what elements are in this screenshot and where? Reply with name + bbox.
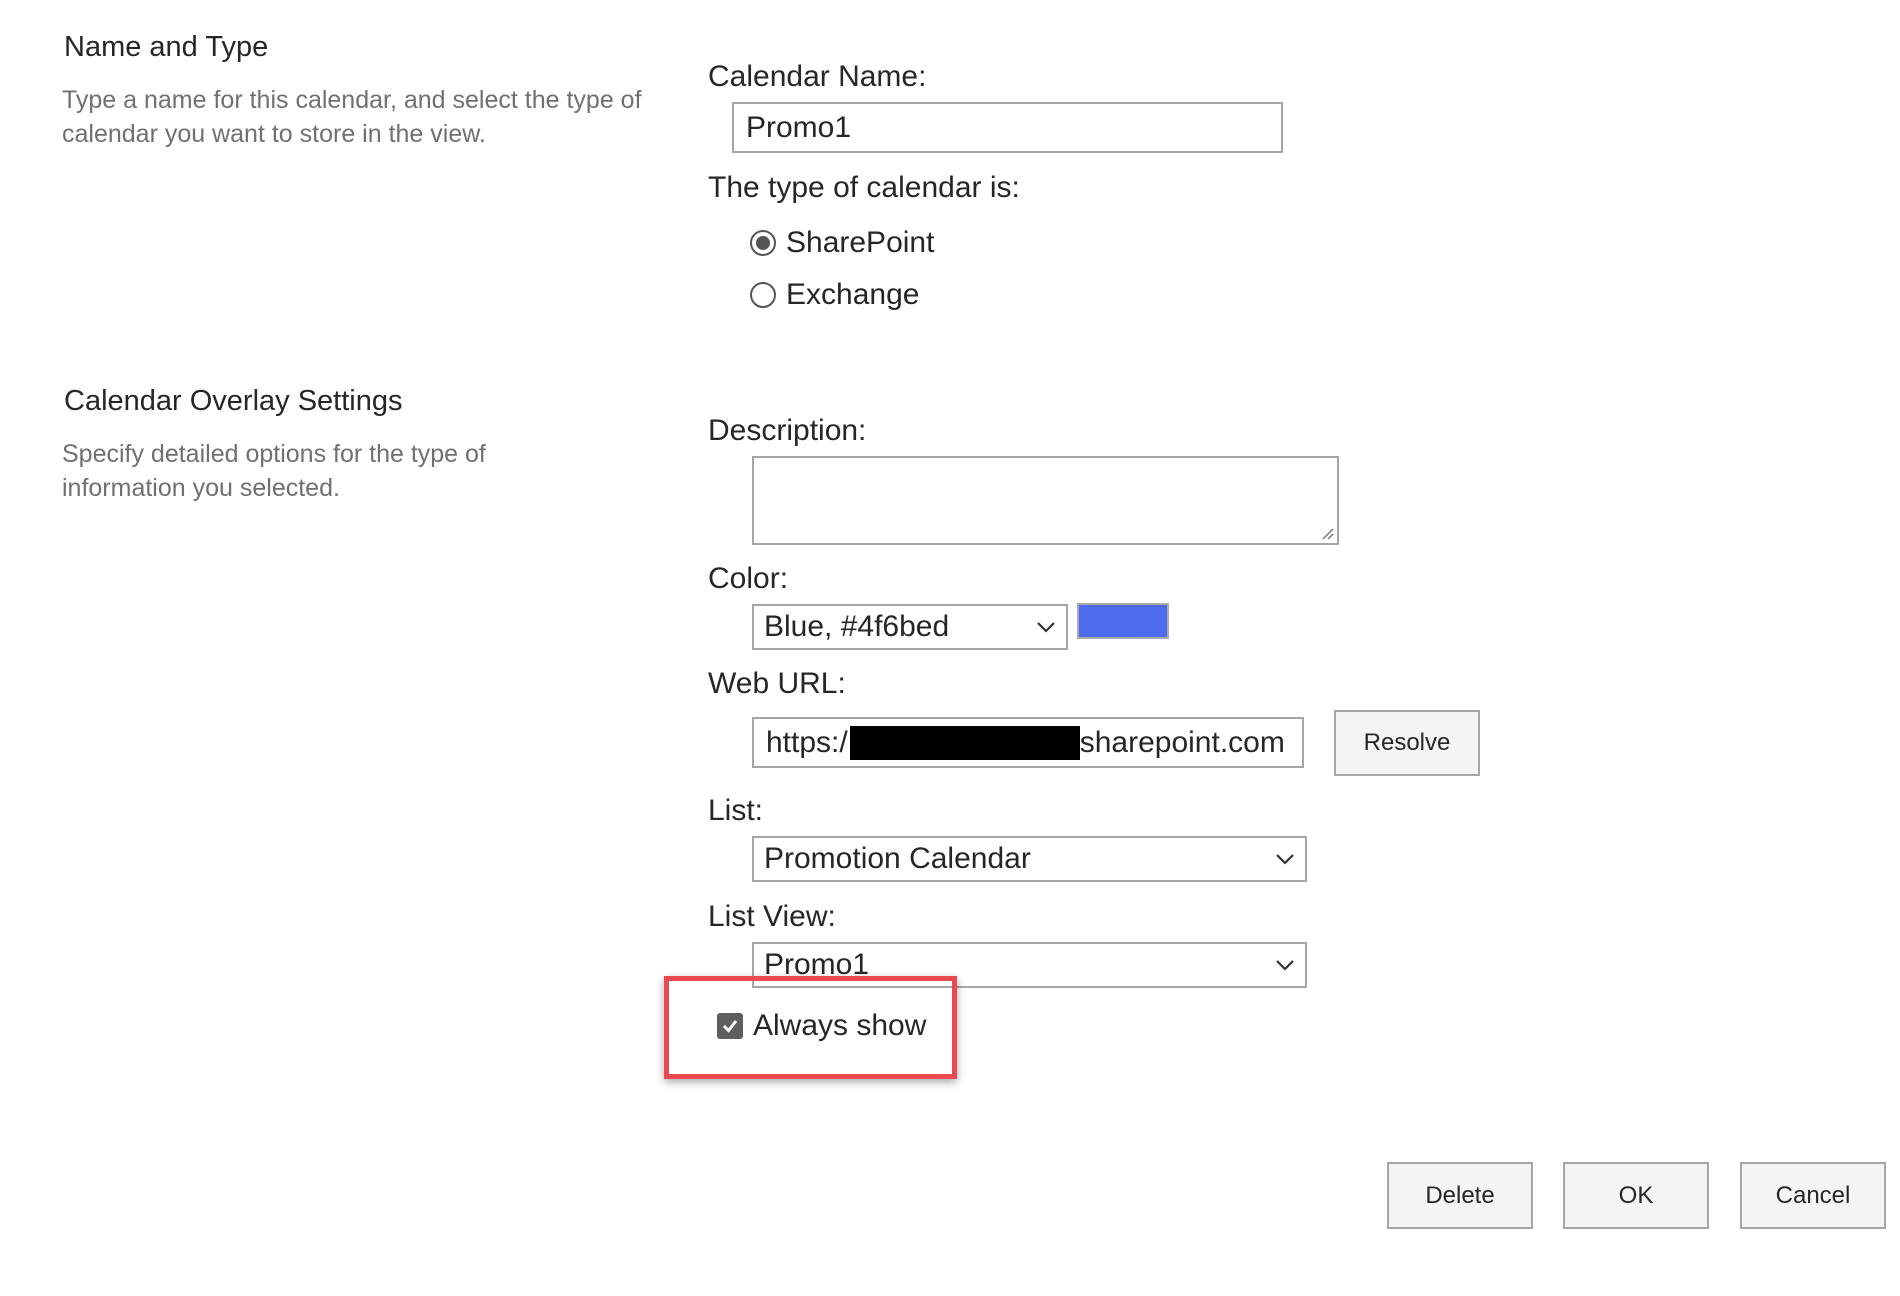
redacted-url-block [849, 725, 1080, 760]
color-swatch [1077, 603, 1169, 639]
color-label: Color: [708, 562, 789, 595]
overlay-settings-description: Specify detailed options for the type of… [62, 440, 486, 502]
always-show-label: Always show [753, 1009, 927, 1042]
cancel-button[interactable]: Cancel [1740, 1162, 1886, 1229]
web-url-suffix: sharepoint.com [1079, 725, 1285, 759]
radio-exchange-button[interactable] [750, 282, 776, 308]
radio-exchange[interactable]: Exchange [750, 278, 919, 312]
list-select[interactable]: Promotion Calendar [752, 836, 1307, 882]
name-and-type-title: Name and Type [64, 31, 269, 63]
list-label: List: [708, 794, 764, 827]
calendar-name-value: Promo1 [746, 110, 852, 144]
chevron-down-icon [1037, 622, 1055, 633]
web-url-input[interactable]: https:/ sharepoint.com [752, 717, 1304, 768]
radio-exchange-label: Exchange [786, 278, 920, 311]
radio-sharepoint[interactable]: SharePoint [750, 226, 934, 260]
color-select-value: Blue, #4f6bed [764, 610, 950, 643]
ok-button[interactable]: OK [1563, 1162, 1709, 1229]
radio-sharepoint-button[interactable] [750, 230, 776, 256]
resize-grip-icon[interactable] [1320, 526, 1334, 540]
overlay-settings-title: Calendar Overlay Settings [64, 385, 403, 417]
calendar-type-label: The type of calendar is: [708, 171, 1020, 204]
chevron-down-icon [1276, 854, 1294, 865]
list-view-label: List View: [708, 900, 836, 933]
radio-sharepoint-label: SharePoint [786, 226, 935, 259]
calendar-name-label: Calendar Name: [708, 60, 927, 93]
list-select-value: Promotion Calendar [764, 842, 1031, 875]
web-url-prefix: https:/ [766, 725, 848, 759]
delete-button[interactable]: Delete [1387, 1162, 1533, 1229]
calendar-name-input[interactable]: Promo1 [732, 102, 1283, 153]
resolve-button[interactable]: Resolve [1334, 710, 1480, 776]
web-url-label: Web URL: [708, 667, 846, 700]
description-label: Description: [708, 414, 867, 447]
always-show-checkbox-row[interactable]: Always show [717, 1009, 926, 1043]
checkmark-icon [722, 1020, 738, 1033]
description-textarea[interactable] [752, 456, 1339, 545]
chevron-down-icon [1276, 960, 1294, 971]
color-select[interactable]: Blue, #4f6bed [752, 604, 1068, 650]
always-show-checkbox[interactable] [717, 1013, 743, 1039]
name-and-type-description: Type a name for this calendar, and selec… [62, 86, 642, 148]
